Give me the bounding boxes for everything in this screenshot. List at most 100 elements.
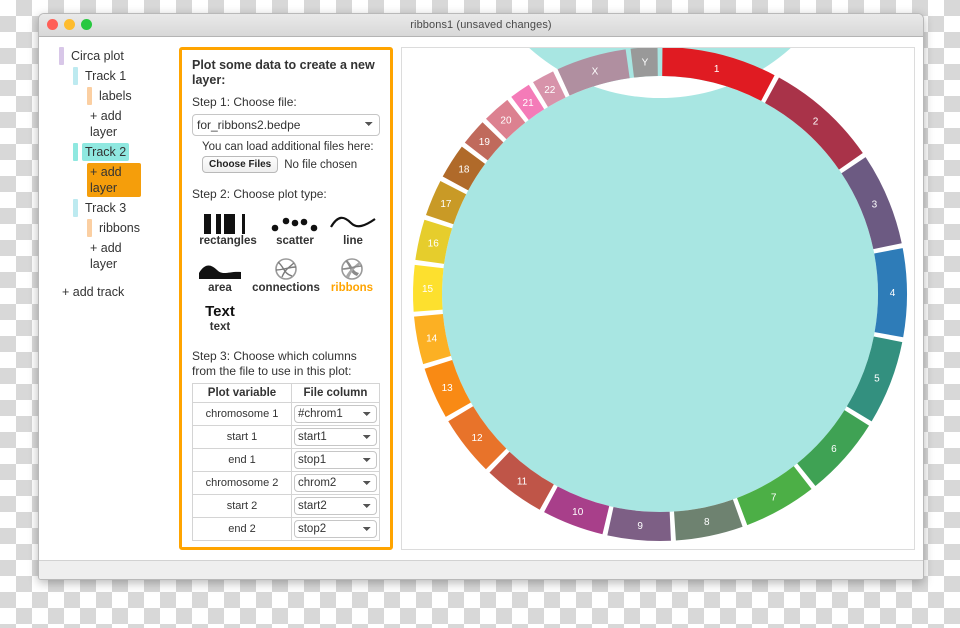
- ideogram-label: 5: [874, 373, 880, 384]
- file-column-cell: stop2: [290, 517, 381, 541]
- chord-diagram: 12345678910111213141516171819202122XY: [413, 48, 907, 541]
- plot-type-line[interactable]: line: [326, 208, 380, 247]
- plot-type-text[interactable]: Text text: [192, 302, 248, 334]
- plot-type-connections[interactable]: connections: [248, 255, 324, 294]
- tree-item-label: + add track: [62, 285, 125, 299]
- tree-item--add-layer[interactable]: + add layer: [87, 239, 141, 273]
- plot-variable-cell: start 2: [192, 494, 292, 518]
- file-column-select[interactable]: start2: [293, 497, 377, 515]
- plot-type-rectangles[interactable]: rectangles: [192, 208, 264, 247]
- tree-item-track-1[interactable]: Track 1: [73, 67, 167, 85]
- window-content: Circa plot Track 1 labels + add layer Track …: [39, 37, 923, 560]
- file-column-select[interactable]: #chrom1: [293, 405, 377, 423]
- no-file-chosen-label: No file chosen: [284, 158, 358, 171]
- tree-item-color-tag: [73, 143, 78, 161]
- ideogram-label: 9: [637, 521, 643, 532]
- column-mapping-table: Plot variable File column chromosome 1 #c…: [192, 383, 381, 541]
- tree-item-label: Circa plot: [71, 49, 124, 63]
- ideogram-label: X: [592, 66, 599, 77]
- table-row: start 2 start2: [192, 494, 381, 518]
- close-button[interactable]: [47, 19, 58, 30]
- plot-type-row-1: rectangles scatter line: [192, 208, 380, 247]
- table-header-row: Plot variable File column: [192, 383, 381, 403]
- ideogram-label: 8: [704, 517, 710, 528]
- tree-item-circa-plot[interactable]: Circa plot: [59, 47, 167, 65]
- tree-item-track-2[interactable]: Track 2: [73, 143, 167, 161]
- ideogram-label: 22: [544, 85, 556, 96]
- header-file-column: File column: [290, 383, 381, 403]
- plot-variable-cell: chromosome 1: [192, 402, 292, 426]
- file-column-select[interactable]: stop2: [293, 520, 377, 538]
- connections-icon: [248, 255, 324, 281]
- minimize-button[interactable]: [64, 19, 75, 30]
- file-select[interactable]: for_ribbons2.bedpe: [192, 114, 380, 136]
- file-column-cell: #chrom1: [290, 402, 381, 426]
- table-row: end 1 stop1: [192, 448, 381, 472]
- rectangles-icon: [192, 208, 264, 234]
- plot-type-ribbons[interactable]: ribbons: [324, 255, 380, 294]
- choose-files-button[interactable]: Choose Files: [202, 156, 279, 173]
- file-column-cell: start2: [290, 494, 381, 518]
- ideogram-label: 19: [479, 137, 491, 148]
- window-titlebar: ribbons1 (unsaved changes): [39, 14, 923, 37]
- table-row: chromosome 1 #chrom1: [192, 402, 381, 426]
- plot-type-scatter[interactable]: scatter: [264, 208, 326, 247]
- plot-variable-cell: end 2: [192, 517, 292, 541]
- tree-item-label: ribbons: [99, 221, 140, 235]
- circa-plot-canvas[interactable]: 1 2 3 4 5 6 7 8 9 10 11 12 13 14 15 16 17 18 19 20 21 22 X Y: [401, 47, 915, 550]
- app-window: ribbons1 (unsaved changes) Circa plot Tra…: [38, 13, 924, 580]
- step1-label: Step 1: Choose file:: [192, 95, 297, 109]
- file-column-cell: start1: [290, 425, 381, 449]
- plot-type-row-3: Text text: [192, 302, 380, 334]
- plot-type-area[interactable]: area: [192, 255, 248, 294]
- tree-item-label: Track 1: [85, 69, 127, 83]
- ribbons-icon: [324, 255, 380, 281]
- file-column-select[interactable]: stop1: [293, 451, 377, 469]
- tree-item-track-3[interactable]: Track 3: [73, 199, 167, 217]
- ideogram-label: 17: [440, 199, 452, 210]
- ideogram-label: 20: [500, 115, 512, 126]
- window-controls[interactable]: [47, 19, 92, 30]
- text-icon: Text: [192, 302, 248, 320]
- ideogram-label: 18: [458, 165, 470, 176]
- table-row: start 1 start1: [192, 425, 381, 449]
- ideogram-label: 14: [426, 333, 438, 344]
- ideogram-label: 12: [471, 433, 483, 444]
- ideogram-label: 16: [428, 238, 440, 249]
- ideogram-label: 21: [523, 98, 535, 109]
- table-row: end 2 stop2: [192, 517, 381, 541]
- layer-tree-sidebar: Circa plot Track 1 labels + add layer Track …: [39, 37, 167, 560]
- additional-files-note: You can load additional files here:: [202, 141, 374, 153]
- tree-item-ribbons[interactable]: ribbons: [87, 219, 167, 237]
- tree-item--add-layer[interactable]: + add layer: [87, 163, 141, 197]
- tree-item-label: + add layer: [90, 109, 122, 139]
- ideogram-label: 10: [572, 507, 584, 518]
- file-column-select[interactable]: chrom2: [293, 474, 377, 492]
- scatter-icon: [264, 208, 326, 234]
- ideogram-label: 1: [714, 64, 720, 75]
- tree-item-label: Track 2: [82, 143, 130, 161]
- file-column-select[interactable]: start1: [293, 428, 377, 446]
- table-row: chromosome 2 chrom2: [192, 471, 381, 495]
- ideogram-label: 3: [872, 200, 878, 211]
- tree-item-color-tag: [73, 199, 78, 217]
- plot-variable-cell: end 1: [192, 448, 292, 472]
- ideogram-label: 6: [831, 444, 837, 455]
- tree-item-labels[interactable]: labels: [87, 87, 167, 105]
- text-icon-glyph: Text: [205, 302, 235, 320]
- plot-type-label: ribbons: [330, 282, 374, 294]
- tree-item-label: Track 3: [85, 201, 127, 215]
- tree-item--add-track[interactable]: + add track: [59, 283, 167, 301]
- plot-type-label: connections: [252, 282, 320, 294]
- plot-type-label: rectangles: [199, 235, 257, 247]
- tree-item--add-layer[interactable]: + add layer: [87, 107, 141, 141]
- ideogram-label: 13: [442, 383, 454, 394]
- ideogram-label: 2: [813, 117, 819, 128]
- ideogram-label: 15: [422, 284, 434, 295]
- zoom-button[interactable]: [81, 19, 92, 30]
- tree-item-color-tag: [59, 47, 64, 65]
- tree-item-color-tag: [87, 219, 92, 237]
- plot-type-label: area: [208, 282, 232, 294]
- ideogram-label: 7: [771, 492, 777, 503]
- plot-type-row-2: area connections ribbons: [192, 255, 380, 294]
